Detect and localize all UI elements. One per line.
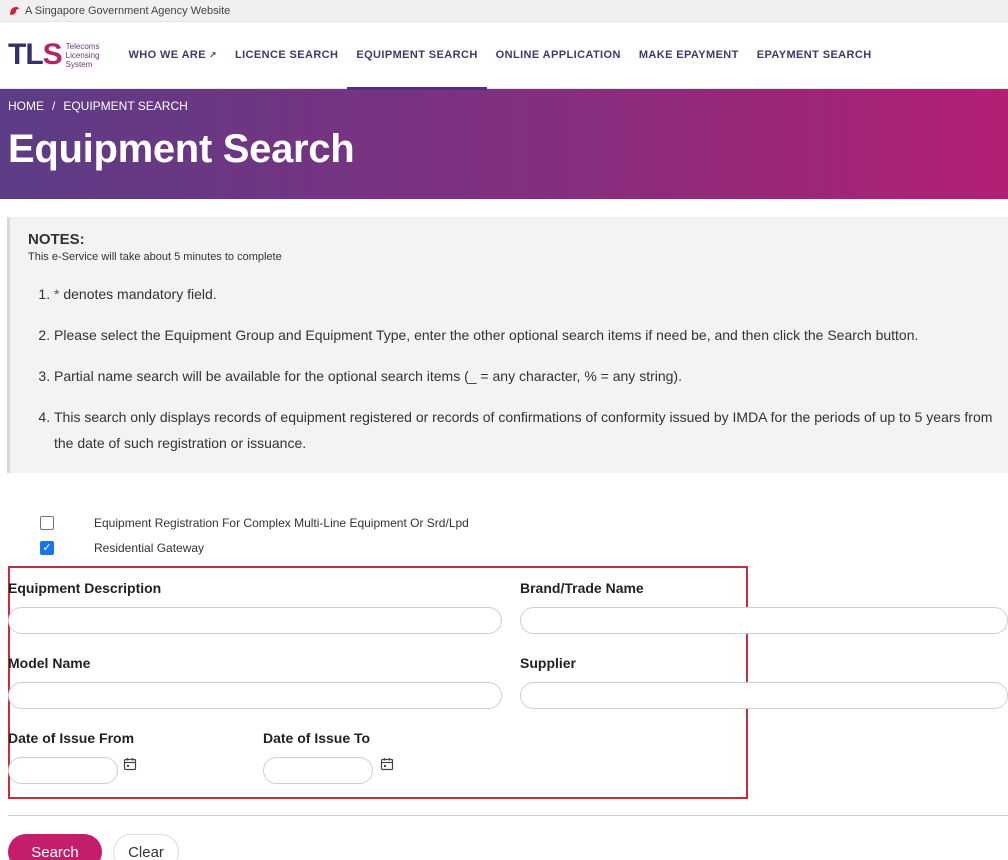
brand-trade-name-label: Brand/Trade Name	[520, 580, 644, 596]
date-of-issue-to-input[interactable]	[263, 757, 373, 784]
nav-online-application[interactable]: ONLINE APPLICATION	[487, 22, 630, 89]
singapore-lion-icon	[10, 6, 19, 15]
checkbox-label: Residential Gateway	[94, 540, 205, 555]
equipment-type-option[interactable]: ✓ Residential Gateway	[40, 535, 469, 560]
calendar-icon[interactable]	[123, 757, 137, 771]
equipment-type-options: Equipment Registration For Complex Multi…	[40, 510, 469, 560]
date-of-issue-from-input[interactable]	[8, 757, 118, 784]
government-banner-text: A Singapore Government Agency Website	[25, 4, 231, 17]
checkbox-complex-multi-line[interactable]	[40, 515, 54, 530]
note-item: This search only displays records of equ…	[54, 404, 1008, 456]
note-item: Please select the Equipment Group and Eq…	[54, 322, 1008, 348]
equipment-type-option[interactable]: Equipment Registration For Complex Multi…	[40, 510, 469, 535]
note-item: Partial name search will be available fo…	[54, 363, 1008, 389]
clear-button[interactable]: Clear	[113, 834, 179, 860]
model-name-input[interactable]	[8, 682, 502, 709]
page-title: Equipment Search	[8, 127, 355, 171]
breadcrumb: HOME / EQUIPMENT SEARCH	[8, 89, 1008, 113]
date-of-issue-to-label: Date of Issue To	[263, 730, 371, 746]
government-banner: A Singapore Government Agency Website	[0, 0, 1008, 22]
supplier-label: Supplier	[520, 655, 577, 671]
nav-who-we-are[interactable]: WHO WE ARE ↗	[119, 22, 225, 89]
breadcrumb-current: EQUIPMENT SEARCH	[63, 99, 188, 113]
date-of-issue-from-label: Date of Issue From	[8, 730, 135, 746]
calendar-icon[interactable]	[380, 757, 394, 771]
nav-make-epayment[interactable]: MAKE EPAYMENT	[630, 22, 748, 89]
equipment-description-label: Equipment Description	[8, 580, 162, 596]
notes-panel: NOTES: This e-Service will take about 5 …	[7, 217, 1008, 473]
breadcrumb-home[interactable]: HOME	[8, 99, 44, 113]
tls-logo[interactable]: TLS Telecoms Licensing System	[8, 38, 99, 72]
logo-subtitle: Telecoms Licensing System	[65, 41, 100, 69]
external-link-icon: ↗	[209, 49, 217, 60]
equipment-description-input[interactable]	[8, 607, 502, 634]
breadcrumb-separator: /	[52, 99, 56, 113]
logo-mark: TLS	[8, 38, 63, 71]
checkbox-residential-gateway[interactable]: ✓	[40, 540, 54, 555]
nav-epayment-search[interactable]: EPAYMENT SEARCH	[748, 22, 881, 89]
notes-subtitle: This e-Service will take about 5 minutes…	[28, 251, 282, 263]
nav-licence-search[interactable]: LICENCE SEARCH	[226, 22, 347, 89]
brand-trade-name-input[interactable]	[520, 607, 1008, 634]
note-item: * denotes mandatory field.	[54, 281, 1008, 307]
search-button[interactable]: Search	[8, 834, 102, 860]
supplier-input[interactable]	[520, 682, 1008, 709]
nav-equipment-search[interactable]: EQUIPMENT SEARCH	[347, 22, 487, 90]
page-header-banner: HOME / EQUIPMENT SEARCH Equipment Search	[0, 89, 1008, 199]
notes-heading: NOTES:	[28, 231, 85, 248]
form-divider	[8, 815, 1008, 816]
model-name-label: Model Name	[8, 655, 91, 671]
notes-list: * denotes mandatory field. Please select…	[54, 281, 1008, 456]
main-navigation: TLS Telecoms Licensing System WHO WE ARE…	[0, 22, 1008, 90]
checkbox-label: Equipment Registration For Complex Multi…	[94, 515, 469, 530]
